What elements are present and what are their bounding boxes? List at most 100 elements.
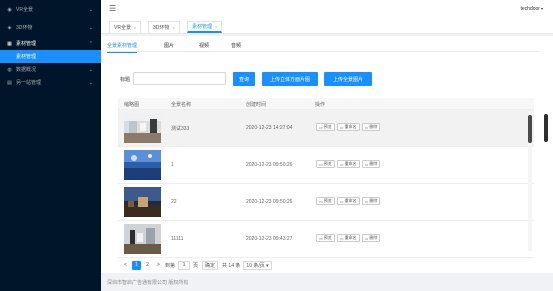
subtab-image[interactable]: 图片 <box>164 42 174 49</box>
table-scrollbar[interactable] <box>528 111 532 251</box>
prev-page-button[interactable]: < <box>121 261 130 270</box>
total-count: 共 14 条 <box>222 262 241 269</box>
sidebar-subitem-material[interactable]: 素材管理 <box>0 50 101 63</box>
goto-label: 到第 <box>165 262 176 269</box>
row-name: 11111 <box>171 236 184 242</box>
table-row[interactable]: 测试333 2020-12-23 14:27:04 ▭ 预览 ▭ 重命名 ▭ 删除 <box>118 110 534 147</box>
edit-icon: ▭ <box>339 235 344 241</box>
row-name: 1 <box>171 162 174 168</box>
goto-page-input[interactable]: 1 <box>178 260 191 270</box>
upload-panorama-button[interactable]: 上传全景图片 <box>324 72 372 86</box>
close-icon[interactable]: × <box>215 24 217 29</box>
tab-label: 素材管理 <box>192 24 213 30</box>
page-scroll-thumb[interactable] <box>544 114 548 142</box>
delete-button[interactable]: ▭ 删除 <box>361 123 381 131</box>
subtab-panorama[interactable]: 全景素材管理 <box>107 42 138 53</box>
page-unit-label: 页 <box>193 262 199 269</box>
sidebar-item-vr[interactable]: ◉ VR全景 ⌄ <box>0 3 101 16</box>
rename-button[interactable]: ▭ 重命名 <box>336 197 360 205</box>
col-actions: 操作 <box>315 102 326 108</box>
preview-button[interactable]: ▭ 预览 <box>316 197 335 205</box>
sidebar-item-label: 素材管理 <box>16 41 37 47</box>
subtab-audio[interactable]: 音频 <box>231 42 241 49</box>
page-size-select[interactable]: 10 条/页 ▾ <box>243 260 272 270</box>
search-button[interactable]: 查询 <box>233 72 255 86</box>
op-label: 重命名 <box>344 198 357 203</box>
row-time: 2020-12-23 09:50:26 <box>246 199 293 205</box>
material-subtabs: 全景素材管理 图片 视频 音频 <box>107 40 539 53</box>
preview-button[interactable]: ▭ 预览 <box>316 234 335 242</box>
preview-button[interactable]: ▭ 预览 <box>316 160 335 168</box>
page-2-button[interactable]: 2 <box>143 261 152 270</box>
row-time: 2020-12-23 09:50:26 <box>246 162 293 168</box>
table-row[interactable]: 11111 2020-12-23 09:43:27 ▭ 预览 ▭ 重命名 ▭ 删除 <box>118 221 534 258</box>
page-1-button[interactable]: 1 <box>132 260 141 270</box>
thumbnail-image <box>124 150 161 180</box>
rename-button[interactable]: ▭ 重命名 <box>336 234 360 242</box>
eye-icon: ▭ <box>319 235 323 241</box>
row-time: 2020-12-23 09:43:27 <box>246 236 293 242</box>
delete-button[interactable]: ▭ 删除 <box>361 234 381 242</box>
tab-vr[interactable]: VR全景 × <box>109 21 142 33</box>
table-row[interactable]: 1 2020-12-23 09:50:26 ▭ 预览 ▭ 重命名 ▭ 删除 <box>118 147 534 184</box>
row-actions: ▭ 预览 ▭ 重命名 ▭ 删除 <box>316 234 381 242</box>
content-card: 全景素材管理 图片 视频 音频 标题 查询 上传立体方面片图 上传全景图片 缩略… <box>101 36 553 273</box>
sidebar: ◉ VR全景 ⌄ ◈ 3D环物 ⌄ ▦ 素材管理 ⌃ 素材管理 ◍ 数据概况 ⌄… <box>0 0 101 291</box>
goto-confirm-button[interactable]: 确定 <box>202 260 219 270</box>
table-header: 缩略图 全景名称 创建时间 操作 <box>118 98 534 110</box>
edit-icon: ▭ <box>339 161 344 167</box>
material-table: 缩略图 全景名称 创建时间 操作 测试333 2020-12-23 14:27:… <box>118 98 534 258</box>
next-page-button[interactable]: > <box>154 261 163 270</box>
table-row[interactable]: 22 2020-12-23 09:50:26 ▭ 预览 ▭ 重命名 ▭ 删除 <box>118 184 534 221</box>
eye-icon: ▭ <box>319 198 323 204</box>
op-label: 删除 <box>369 161 378 166</box>
tab-label: VR全景 <box>114 25 131 31</box>
op-label: 删除 <box>369 124 378 129</box>
rename-button[interactable]: ▭ 重命名 <box>336 160 360 168</box>
sidebar-item-3d[interactable]: ◈ 3D环物 ⌄ <box>0 21 101 34</box>
thumbnail-image <box>124 187 161 217</box>
chevron-down-icon: ⌄ <box>88 6 93 13</box>
sidebar-item-material[interactable]: ▦ 素材管理 ⌃ <box>0 37 101 50</box>
edit-icon: ▭ <box>339 124 344 130</box>
eye-icon: ▭ <box>319 161 323 167</box>
thumbnail-image <box>124 224 161 254</box>
tabs-bar: VR全景 × 3D环物 × 素材管理 × <box>101 18 553 34</box>
col-thumbnail: 缩略图 <box>124 102 140 108</box>
op-label: 重命名 <box>344 161 357 166</box>
close-icon[interactable]: × <box>172 25 174 30</box>
title-search-input[interactable] <box>133 72 226 85</box>
chevron-down-icon: ⌄ <box>88 79 93 86</box>
user-menu[interactable]: techdoor▾ <box>521 6 543 12</box>
vr-icon: ◉ <box>7 6 12 13</box>
sidebar-item-label: VR全景 <box>16 7 33 13</box>
op-label: 删除 <box>369 235 378 240</box>
upload-cube-button[interactable]: 上传立体方面片图 <box>262 72 318 86</box>
row-name: 22 <box>171 199 177 205</box>
footer-copyright: 深圳市智启广告通有限公司 版权所有 <box>101 273 553 291</box>
assistant-icon: ▤ <box>7 79 12 86</box>
subtab-video[interactable]: 视频 <box>199 42 209 49</box>
menu-toggle-icon[interactable]: ☰ <box>109 4 116 13</box>
preview-button[interactable]: ▭ 预览 <box>316 123 335 131</box>
tab-material[interactable]: 素材管理 × <box>187 21 223 33</box>
table-scroll-thumb[interactable] <box>528 115 532 143</box>
tab-3d[interactable]: 3D环物 × <box>148 21 180 33</box>
sidebar-item-stats[interactable]: ◍ 数据概况 ⌄ <box>0 63 101 76</box>
chevron-down-icon: ⌄ <box>88 24 93 31</box>
delete-button[interactable]: ▭ 删除 <box>361 197 381 205</box>
trash-icon: ▭ <box>364 235 369 241</box>
chevron-up-icon: ⌃ <box>88 40 93 47</box>
thumbnail-image <box>124 113 161 143</box>
row-time: 2020-12-23 14:27:04 <box>246 125 293 131</box>
row-actions: ▭ 预览 ▭ 重命名 ▭ 删除 <box>316 123 381 131</box>
op-label: 重命名 <box>344 124 357 129</box>
col-name: 全景名称 <box>171 102 192 108</box>
delete-button[interactable]: ▭ 删除 <box>361 160 381 168</box>
close-icon[interactable]: × <box>134 25 136 30</box>
rename-button[interactable]: ▭ 重命名 <box>336 123 360 131</box>
col-created: 创建时间 <box>246 102 267 108</box>
sidebar-item-label: 3D环物 <box>16 25 33 31</box>
op-label: 预览 <box>323 124 332 129</box>
sidebar-item-assistant[interactable]: ▤ 另一站管理 ⌄ <box>0 76 101 89</box>
